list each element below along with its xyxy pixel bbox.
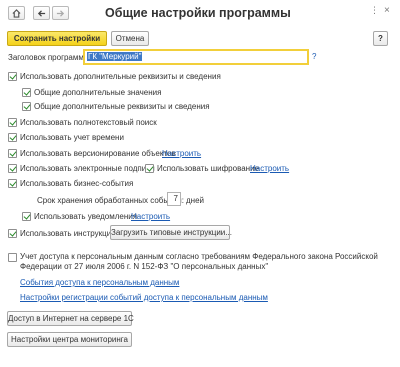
load-instructions-button[interactable]: Загрузить типовые инструкции... <box>110 225 232 240</box>
header-field-value: ГК "Меркурий" <box>87 52 143 61</box>
extra-values-checkbox[interactable] <box>22 88 31 97</box>
home-button[interactable] <box>8 6 25 20</box>
window-title: Общие настройки программы <box>105 6 291 20</box>
notifications-settings-link[interactable]: Настроить <box>131 212 170 221</box>
business-events-checkbox[interactable] <box>8 179 17 188</box>
encryption-settings-link[interactable]: Настроить <box>250 164 289 173</box>
personal-data-checkbox[interactable] <box>8 253 17 262</box>
extra-values-label: Общие дополнительные значения <box>34 88 162 97</box>
encryption-checkbox[interactable] <box>145 164 154 173</box>
notifications-label: Использовать уведомления <box>34 212 138 221</box>
header-field-input[interactable]: ГК "Меркурий" <box>83 49 309 65</box>
instructions-label: Использовать инструкции <box>20 229 116 238</box>
arrow-right-icon <box>56 9 65 17</box>
home-icon <box>12 8 21 18</box>
e-signature-label: Использовать электронные подписи <box>20 164 155 173</box>
internet-access-button[interactable]: Доступ в Интернет на сервере 1С <box>7 311 134 326</box>
extra-details-label: Использовать дополнительные реквизиты и … <box>20 72 221 81</box>
versioning-label: Использовать версионирование объектов <box>20 149 176 158</box>
retention-unit: дней <box>186 196 205 205</box>
back-button[interactable] <box>33 6 50 20</box>
pd-events-link[interactable]: События доступа к персональным данным <box>20 278 179 287</box>
extra-details-checkbox[interactable] <box>8 72 17 81</box>
versioning-checkbox[interactable] <box>8 149 17 158</box>
arrow-left-icon <box>37 9 46 17</box>
save-settings-button[interactable]: Сохранить настройки <box>7 31 107 46</box>
retention-input[interactable]: 7 <box>167 192 181 206</box>
encryption-label: Использовать шифрование <box>157 164 260 173</box>
close-icon[interactable]: × <box>384 5 390 16</box>
help-button[interactable]: ? <box>373 31 388 46</box>
time-tracking-label: Использовать учет времени <box>20 133 124 142</box>
cancel-button[interactable]: Отмена <box>111 31 149 46</box>
extra-details-info-label: Общие дополнительные реквизиты и сведени… <box>34 102 210 111</box>
header-field-hint[interactable]: ? <box>312 52 316 61</box>
retention-label: Срок хранения обработанных событий: <box>37 196 184 205</box>
monitoring-settings-button[interactable]: Настройки центра мониторинга <box>7 332 132 347</box>
fulltext-search-checkbox[interactable] <box>8 118 17 127</box>
fulltext-search-label: Использовать полнотекстовый поиск <box>20 118 157 127</box>
instructions-checkbox[interactable] <box>8 229 17 238</box>
extra-details-info-checkbox[interactable] <box>22 102 31 111</box>
e-signature-checkbox[interactable] <box>8 164 17 173</box>
more-vertical-icon[interactable]: ⋮ <box>370 5 379 16</box>
business-events-label: Использовать бизнес-события <box>20 179 134 188</box>
pd-settings-link[interactable]: Настройки регистрации событий доступа к … <box>20 293 268 302</box>
forward-button[interactable] <box>52 6 69 20</box>
header-field-label: Заголовок программы: <box>8 53 92 62</box>
personal-data-label: Учет доступа к персональным данным согла… <box>20 252 378 271</box>
notifications-checkbox[interactable] <box>22 212 31 221</box>
time-tracking-checkbox[interactable] <box>8 133 17 142</box>
versioning-settings-link[interactable]: Настроить <box>162 149 201 158</box>
